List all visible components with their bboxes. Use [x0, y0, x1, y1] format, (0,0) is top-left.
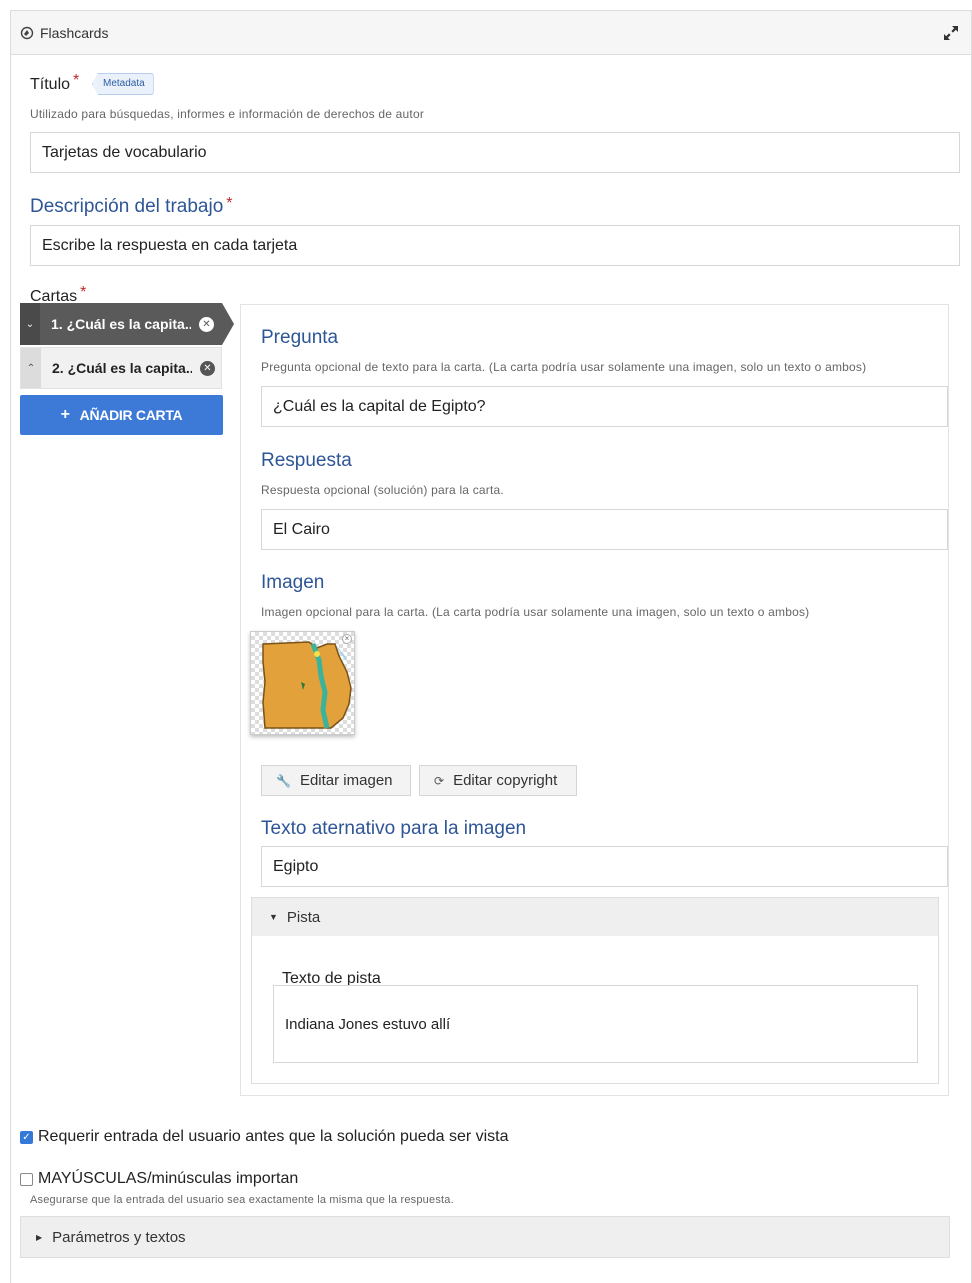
settings-label: Parámetros y textos [52, 1228, 186, 1246]
card-tab-label: 2. ¿Cuál es la capita... [52, 360, 192, 376]
checkbox-unchecked-icon[interactable] [20, 1172, 33, 1186]
edit-image-label: Editar imagen [299, 772, 393, 789]
card-tab-2[interactable]: ⌃ 2. ¿Cuál es la capita... ✕ [20, 347, 222, 389]
case-sensitive-option[interactable]: MAYÚSCULAS/minúsculas importan [20, 1170, 298, 1188]
add-card-label: AÑADIR CARTA [79, 407, 183, 423]
add-card-button[interactable]: + AÑADIR CARTA [20, 395, 223, 435]
editor-header: Flashcards [11, 11, 971, 55]
description-input[interactable]: Escribe la respuesta en cada tarjeta [30, 225, 960, 266]
case-sensitive-hint: Asegurarse que la entrada del usuario se… [30, 1194, 454, 1206]
required-mark: * [226, 195, 233, 212]
wrench-icon: 🔧 [276, 773, 291, 788]
tip-textarea[interactable]: Indiana Jones estuvo allí [273, 985, 918, 1063]
answer-hint: Respuesta opcional (solución) para la ca… [261, 483, 504, 497]
expand-arrows-icon[interactable] [943, 25, 959, 41]
alt-text-heading: Texto aternativo para la imagen [261, 818, 527, 839]
required-mark: * [80, 284, 87, 301]
title-hint: Utilizado para búsquedas, informes e inf… [30, 107, 425, 121]
checkbox-checked-icon[interactable]: ✓ [20, 1130, 33, 1144]
description-label: Descripción del trabajo * [30, 195, 233, 218]
title-label: Título * [30, 72, 79, 94]
active-tab-pointer [222, 303, 234, 345]
card-tab-1[interactable]: ⌄ 1. ¿Cuál es la capita... ✕ [20, 303, 222, 345]
answer-heading: Respuesta [261, 450, 352, 471]
metadata-button[interactable]: Metadata [92, 73, 154, 95]
question-hint: Pregunta opcional de texto para la carta… [261, 360, 867, 374]
h5p-flashcards-icon [20, 26, 34, 40]
edit-copyright-label: Editar copyright [453, 772, 558, 789]
plus-icon: + [60, 406, 70, 423]
editor-title: Flashcards [40, 24, 109, 41]
settings-toggle[interactable]: ▶ Parámetros y textos [20, 1216, 950, 1258]
collapse-chevron-icon[interactable]: ⌄ [20, 303, 40, 345]
image-hint: Imagen opcional para la carta. (La carta… [261, 605, 810, 619]
required-mark: * [73, 72, 80, 89]
caret-down-icon: ▼ [269, 912, 278, 922]
move-up-chevron-icon[interactable]: ⌃ [21, 348, 41, 388]
card-image-thumbnail[interactable]: × [250, 631, 355, 735]
tip-toggle[interactable]: ▼ Pista [251, 897, 939, 937]
remove-card-icon[interactable]: ✕ [199, 316, 214, 332]
title-input[interactable]: Tarjetas de vocabulario [30, 132, 960, 173]
description-label-text: Descripción del trabajo [30, 196, 224, 217]
edit-image-button[interactable]: 🔧 Editar imagen [261, 765, 411, 796]
alt-text-input[interactable]: Egipto [261, 846, 948, 887]
edit-copyright-button[interactable]: ⟳ Editar copyright [419, 765, 577, 796]
title-label-text: Título [30, 76, 71, 93]
copyright-icon: ⟳ [434, 773, 445, 788]
require-input-option[interactable]: ✓ Requerir entrada del usuario antes que… [20, 1128, 509, 1146]
tip-toggle-label: Pista [286, 908, 321, 926]
remove-image-icon[interactable]: × [342, 634, 352, 644]
card-tab-label: 1. ¿Cuál es la capita... [51, 316, 191, 332]
remove-card-icon[interactable]: ✕ [200, 360, 215, 376]
egypt-map-image [262, 641, 352, 729]
question-input[interactable]: ¿Cuál es la capital de Egipto? [261, 386, 948, 427]
image-heading: Imagen [261, 572, 325, 593]
question-heading: Pregunta [261, 327, 339, 348]
answer-input[interactable]: El Cairo [261, 509, 948, 550]
caret-right-icon: ▶ [36, 1232, 43, 1242]
require-input-label: Requerir entrada del usuario antes que l… [38, 1128, 509, 1145]
case-sensitive-label: MAYÚSCULAS/minúsculas importan [38, 1170, 299, 1187]
